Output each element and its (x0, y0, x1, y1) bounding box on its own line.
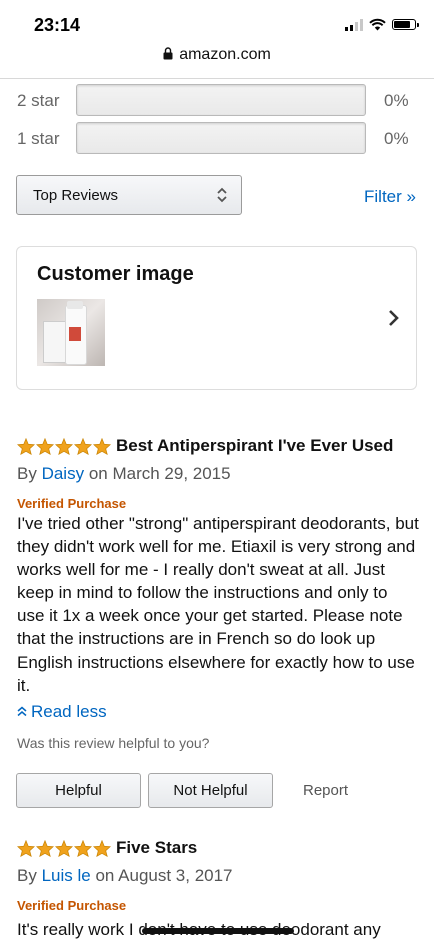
sort-selected-value: Top Reviews (33, 187, 119, 204)
rating-row-percent: 0% (384, 91, 409, 110)
rating-row-label: 1 star (17, 129, 60, 148)
star-icon (93, 438, 111, 455)
review-body: I've tried other "strong" antiperspirant… (17, 514, 419, 695)
customer-image-heading: Customer image (37, 263, 194, 285)
report-link[interactable]: Report (303, 782, 348, 799)
customer-image-card[interactable]: Customer image (16, 246, 417, 390)
review-byline: By Daisy on March 29, 2015 (17, 464, 231, 484)
read-less-link[interactable]: Read less (17, 702, 107, 722)
redaction-scribble (142, 928, 294, 934)
sort-dropdown[interactable]: Top Reviews (16, 175, 242, 215)
rating-row-1-star[interactable]: 1 star 0% (17, 122, 417, 154)
review-author-link[interactable]: Daisy (42, 464, 85, 483)
signal-icon (345, 18, 363, 31)
customer-image-thumbnail[interactable] (37, 299, 105, 366)
by-label: By (17, 464, 37, 483)
star-icon (36, 438, 54, 455)
review-date: on March 29, 2015 (88, 464, 231, 483)
rating-bar (76, 84, 366, 116)
not-helpful-button[interactable]: Not Helpful (148, 773, 273, 808)
star-icon (17, 438, 35, 455)
system-icons (345, 18, 419, 31)
review-byline: By Luis le on August 3, 2017 (17, 866, 233, 886)
star-icon (17, 840, 35, 857)
star-rating (17, 840, 111, 857)
filter-link[interactable]: Filter » (364, 187, 416, 207)
status-time: 23:14 (34, 15, 81, 35)
star-icon (93, 840, 111, 857)
read-less-label: Read less (31, 702, 107, 721)
rating-row-percent: 0% (384, 129, 409, 148)
select-arrows-icon (217, 187, 227, 203)
star-icon (36, 840, 54, 857)
review-author-link[interactable]: Luis le (42, 866, 91, 885)
review-title[interactable]: Five Stars (116, 838, 197, 858)
verified-purchase-badge: Verified Purchase (17, 496, 127, 511)
lock-icon (163, 47, 173, 60)
star-rating (17, 438, 111, 455)
review-title[interactable]: Best Antiperspirant I've Ever Used (116, 436, 393, 456)
helpful-question: Was this review helpful to you? (17, 735, 210, 751)
by-label: By (17, 866, 37, 885)
helpful-button[interactable]: Helpful (16, 773, 141, 808)
double-chevron-up-icon (17, 706, 27, 717)
battery-icon (392, 19, 419, 30)
wifi-icon (369, 18, 386, 31)
chevron-right-icon[interactable] (388, 309, 400, 327)
star-icon (55, 840, 73, 857)
rating-bar (76, 122, 366, 154)
rating-row-2-star[interactable]: 2 star 0% (17, 84, 417, 116)
review-date: on August 3, 2017 (95, 866, 233, 885)
star-icon (55, 438, 73, 455)
star-icon (74, 840, 92, 857)
rating-row-label: 2 star (17, 91, 60, 110)
star-icon (74, 438, 92, 455)
url-text: amazon.com (179, 46, 271, 63)
url-bar[interactable]: amazon.com (0, 46, 434, 64)
verified-purchase-badge: Verified Purchase (17, 898, 127, 913)
browser-chrome: 23:14 amazon.com (0, 0, 434, 79)
